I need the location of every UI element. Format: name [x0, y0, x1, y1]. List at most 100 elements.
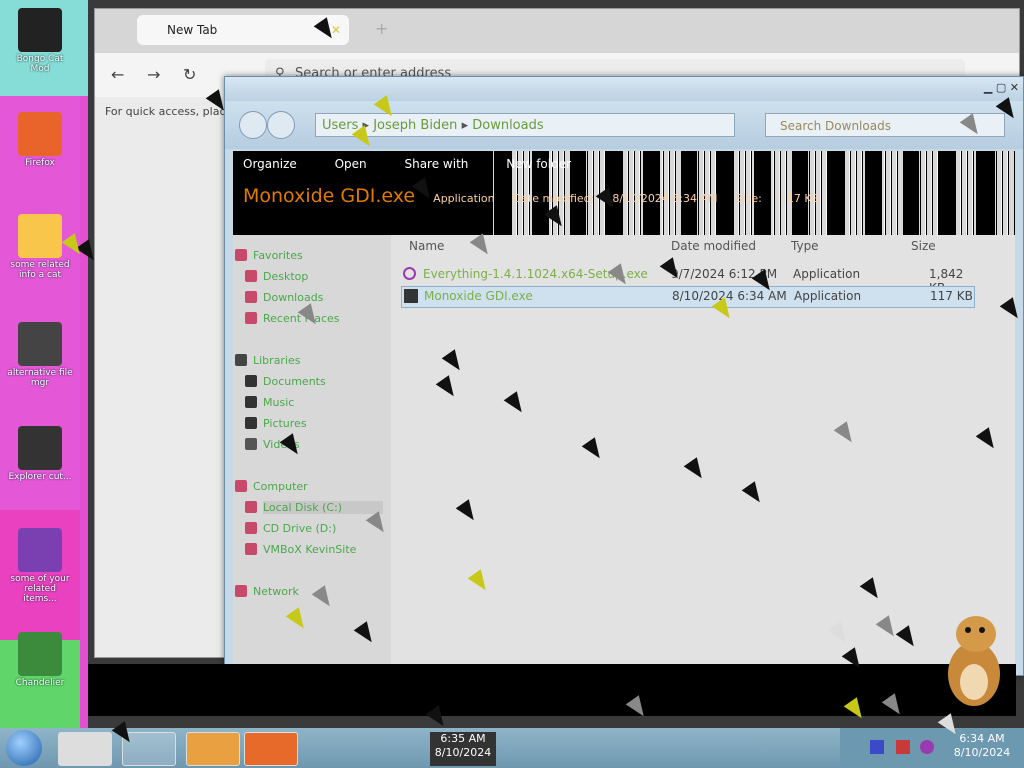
- nav-documents[interactable]: Documents: [245, 375, 326, 388]
- glitch-stripe: [892, 151, 894, 235]
- taskbar-clock[interactable]: 6:35 AM 8/10/2024: [430, 732, 496, 766]
- glitch-stripe: [929, 151, 932, 235]
- nav-favorites[interactable]: Favorites: [235, 249, 303, 262]
- nav-music[interactable]: Music: [245, 396, 294, 409]
- back-button[interactable]: [239, 111, 267, 139]
- desktop-icon-label: alternative file mgr: [7, 368, 73, 388]
- desktop-icon-3[interactable]: alternative file mgr: [6, 322, 74, 388]
- app-icon: [18, 8, 62, 52]
- desktop-icon-2[interactable]: some related info a cat: [6, 214, 74, 280]
- app-icon: [18, 322, 62, 366]
- system-tray: 6:34 AM 8/10/2024: [840, 728, 1024, 768]
- maximize-button[interactable]: ▢: [996, 81, 1006, 94]
- desktop-icon-0[interactable]: Bongo Cat Mod: [6, 8, 74, 74]
- nav-desktop[interactable]: Desktop: [245, 270, 308, 283]
- new-tab-button[interactable]: +: [375, 19, 388, 38]
- tray-icon[interactable]: [896, 740, 910, 754]
- desktop-icon-label: Chandelier: [15, 678, 65, 688]
- forward-button[interactable]: [267, 111, 295, 139]
- command-bar: Organize Open Share with New folder Mono…: [233, 151, 1015, 235]
- column-type[interactable]: Type: [791, 239, 819, 253]
- taskbar-cat-app[interactable]: [58, 732, 112, 766]
- desktop-icon-6[interactable]: Chandelier: [6, 632, 74, 688]
- glitch-stripe: [956, 151, 958, 235]
- breadcrumb-users[interactable]: Users: [322, 118, 358, 133]
- file-row[interactable]: Everything-1.4.1.1024.x64-Setup.exe 9/7/…: [401, 265, 973, 295]
- nav-libraries[interactable]: Libraries: [235, 354, 301, 367]
- column-size[interactable]: Size: [911, 239, 936, 253]
- glitch-stripe: [851, 151, 853, 235]
- tray-time: 6:34 AM: [959, 732, 1005, 745]
- back-icon[interactable]: ←: [111, 65, 124, 84]
- application-icon: [404, 289, 418, 303]
- tray-clock[interactable]: 6:34 AM 8/10/2024: [950, 732, 1014, 760]
- column-date-modified[interactable]: Date modified: [671, 239, 756, 253]
- desktop-icon-label: some related info a cat: [10, 260, 70, 280]
- glitch-stripe: [857, 151, 859, 235]
- glitch-stripe: [882, 151, 885, 235]
- details-pane: Monoxide GDI.exe Application Date modifi…: [243, 185, 819, 231]
- glitch-stripe: [775, 151, 777, 235]
- file-size: 117 KB: [930, 289, 973, 303]
- glitch-stripe: [1009, 151, 1011, 235]
- nav-computer[interactable]: Computer: [235, 480, 308, 493]
- magnifier-icon: [403, 267, 416, 280]
- breadcrumb-downloads[interactable]: Downloads: [472, 118, 543, 133]
- nav-downloads[interactable]: Downloads: [245, 291, 323, 304]
- recent-places-icon: [245, 312, 257, 324]
- glitch-stripe: [997, 151, 999, 235]
- nav-vbox[interactable]: VMBoX KevinSite: [245, 543, 356, 556]
- organize-button[interactable]: Organize: [243, 157, 297, 171]
- details-date-label: Date modified:: [512, 192, 595, 205]
- nav-pictures[interactable]: Pictures: [245, 417, 307, 430]
- library-icon: [235, 354, 247, 366]
- nav-network[interactable]: Network: [235, 585, 299, 598]
- tray-icon[interactable]: [870, 740, 884, 754]
- tab-strip: New Tab ✕ +: [95, 9, 1019, 53]
- app-icon: [18, 528, 62, 572]
- app-icon: [18, 214, 62, 258]
- file-row-selected[interactable]: Monoxide GDI.exe 8/10/2024 6:34 AM Appli…: [401, 286, 975, 308]
- forward-icon[interactable]: →: [147, 65, 160, 84]
- nav-cd-drive[interactable]: CD Drive (D:): [245, 522, 336, 535]
- app-icon: [18, 632, 62, 676]
- close-button[interactable]: ✕: [1010, 81, 1019, 94]
- tray-icon[interactable]: [920, 740, 934, 754]
- desktop-icon-1[interactable]: Firefox: [6, 112, 74, 168]
- glitch-stripe: [968, 151, 970, 235]
- glitch-stripe: [886, 151, 888, 235]
- breadcrumb[interactable]: Users ▸ Joseph Biden ▸ Downloads: [315, 113, 735, 137]
- glitch-stripe: [927, 151, 929, 235]
- share-with-button[interactable]: Share with: [404, 157, 468, 171]
- explorer-window: ▁ ▢ ✕ Users ▸ Joseph Biden ▸ Downloads S…: [224, 76, 1024, 676]
- new-folder-button[interactable]: New folder: [506, 157, 571, 171]
- glitch-stripe: [935, 151, 938, 235]
- taskbar-firefox[interactable]: [244, 732, 298, 766]
- glitch-stripe: [888, 151, 891, 235]
- glitch-stripe: [853, 151, 856, 235]
- glitch-stripe: [847, 151, 850, 235]
- glitch-stripe: [995, 151, 996, 235]
- glitch-stripe: [964, 151, 967, 235]
- taskbar: 6:35 AM 8/10/2024 6:34 AM 8/10/2024: [0, 728, 1024, 768]
- open-button[interactable]: Open: [335, 157, 367, 171]
- column-name[interactable]: Name: [409, 239, 444, 253]
- details-size-value: 117 KB: [779, 192, 820, 205]
- start-button[interactable]: [6, 730, 42, 766]
- clock-time: 6:35 AM: [440, 732, 486, 745]
- documents-icon: [245, 375, 257, 387]
- minimize-button[interactable]: ▁: [984, 81, 992, 94]
- glitch-stripe: [1003, 151, 1005, 235]
- glitch-stripe: [824, 151, 827, 235]
- desktop-icon-4[interactable]: Explorer cut...: [6, 426, 74, 482]
- reload-icon[interactable]: ↻: [183, 65, 196, 84]
- glitch-stripe: [1011, 151, 1014, 235]
- hamster-mascot: [938, 604, 1008, 708]
- glitch-stripe: [919, 151, 920, 235]
- glitch-stripe: [999, 151, 1002, 235]
- desktop-icon-5[interactable]: some of your related items...: [6, 528, 74, 604]
- glitch-stripe: [900, 151, 903, 235]
- details-type: Application: [433, 192, 495, 205]
- taskbar-character-app[interactable]: [186, 732, 240, 766]
- nav-local-disk[interactable]: Local Disk (C:): [245, 501, 383, 514]
